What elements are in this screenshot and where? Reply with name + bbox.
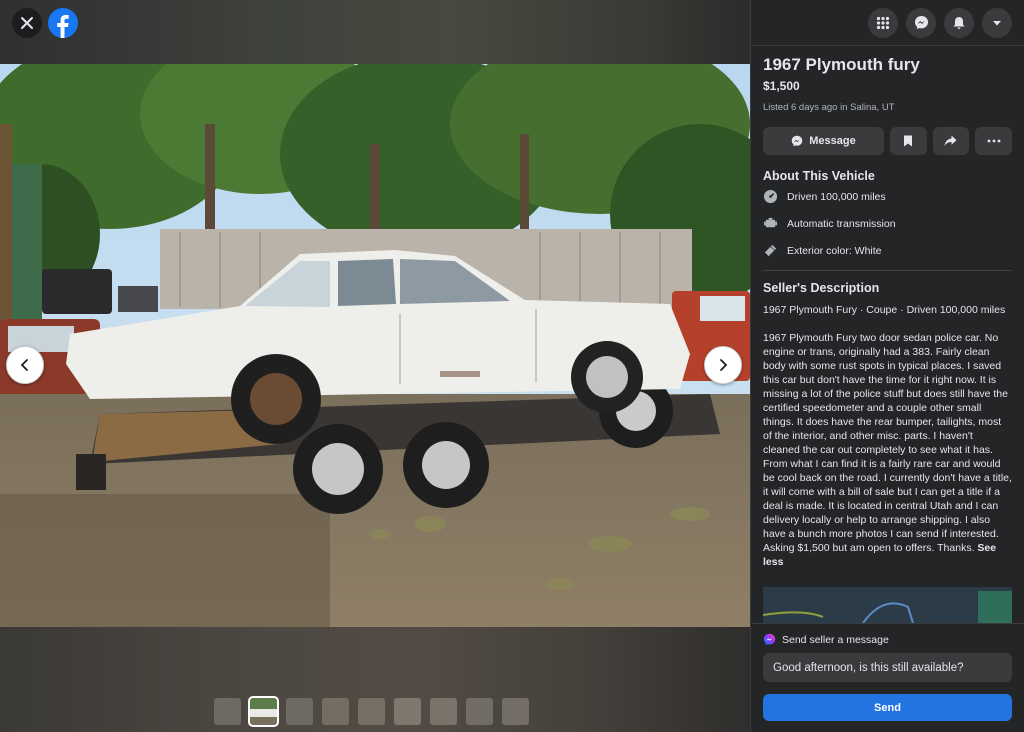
account-button[interactable] bbox=[982, 7, 1012, 38]
photo-thumbnail[interactable] bbox=[394, 698, 421, 725]
feature-color: Exterior color: White bbox=[763, 237, 1012, 264]
send-button[interactable]: Send bbox=[763, 694, 1012, 721]
more-icon bbox=[987, 139, 1001, 143]
feature-mileage: Driven 100,000 miles bbox=[763, 183, 1012, 210]
menu-button[interactable] bbox=[868, 7, 898, 38]
description-heading: Seller's Description bbox=[763, 281, 880, 295]
save-icon bbox=[904, 135, 913, 147]
close-button[interactable] bbox=[12, 8, 42, 38]
messenger-button[interactable] bbox=[906, 7, 936, 38]
send-message-heading: Send seller a message bbox=[782, 633, 889, 646]
marketplace-viewer: 1967 Plymouth fury $1,500 Listed 6 days … bbox=[0, 0, 1024, 732]
messenger-color-icon bbox=[763, 633, 776, 646]
listing-title: 1967 Plymouth fury bbox=[763, 55, 920, 74]
photo-thumbnail[interactable] bbox=[430, 698, 457, 725]
account-caret-icon bbox=[993, 20, 1001, 25]
media-viewer bbox=[0, 0, 750, 732]
close-icon bbox=[21, 17, 33, 29]
next-photo-button[interactable] bbox=[704, 346, 742, 384]
listing-meta: Listed 6 days ago in Salina, UT bbox=[763, 102, 895, 113]
share-icon bbox=[944, 135, 957, 146]
photo-thumbnail[interactable] bbox=[286, 698, 313, 725]
save-button[interactable] bbox=[889, 127, 927, 155]
facebook-f-icon bbox=[57, 15, 69, 38]
about-heading: About This Vehicle bbox=[763, 169, 875, 183]
send-button-label: Send bbox=[874, 701, 901, 714]
listing-price: $1,500 bbox=[763, 79, 800, 93]
blurred-backdrop-top bbox=[0, 0, 750, 64]
messenger-icon bbox=[791, 135, 803, 147]
thumbnail-strip bbox=[214, 696, 529, 727]
description-summary: 1967 Plymouth Fury · Coupe · Driven 100,… bbox=[763, 304, 1006, 316]
top-bar bbox=[751, 0, 1024, 46]
photo-thumbnail[interactable] bbox=[466, 698, 493, 725]
menu-grid-icon bbox=[876, 16, 890, 29]
message-input[interactable] bbox=[763, 653, 1012, 682]
message-button-label: Message bbox=[809, 135, 856, 147]
contact-seller: Send seller a message Send bbox=[751, 623, 1024, 732]
location-map[interactable] bbox=[763, 587, 1012, 623]
chevron-left-icon bbox=[20, 359, 28, 371]
message-button[interactable]: Message bbox=[763, 127, 884, 155]
send-message-header: Send seller a message bbox=[763, 633, 1012, 646]
description-body: 1967 Plymouth Fury two door sedan police… bbox=[763, 332, 1012, 554]
description-text: 1967 Plymouth Fury two door sedan police… bbox=[763, 331, 1012, 569]
messenger-icon bbox=[914, 15, 928, 30]
notifications-button[interactable] bbox=[944, 7, 974, 38]
feature-transmission-label: Automatic transmission bbox=[787, 217, 896, 230]
previous-photo-button[interactable] bbox=[6, 346, 44, 384]
odometer-icon bbox=[763, 189, 778, 204]
listing-details[interactable]: 1967 Plymouth fury $1,500 Listed 6 days … bbox=[751, 47, 1024, 623]
facebook-logo[interactable] bbox=[48, 8, 78, 38]
divider bbox=[763, 270, 1012, 271]
feature-transmission: Automatic transmission bbox=[763, 210, 1012, 237]
share-button[interactable] bbox=[932, 127, 970, 155]
action-bar: Message bbox=[763, 127, 1013, 155]
photo-thumbnail[interactable] bbox=[322, 698, 349, 725]
paint-icon bbox=[764, 244, 777, 257]
photo-thumbnail[interactable] bbox=[214, 698, 241, 725]
photo-thumbnail[interactable] bbox=[502, 698, 529, 725]
listing-panel: 1967 Plymouth fury $1,500 Listed 6 days … bbox=[750, 0, 1024, 732]
photo-thumbnail-active[interactable] bbox=[248, 696, 279, 727]
chevron-right-icon bbox=[720, 359, 728, 371]
more-button[interactable] bbox=[975, 127, 1013, 155]
feature-color-label: Exterior color: White bbox=[787, 244, 882, 257]
transmission-icon bbox=[763, 217, 778, 228]
photo-thumbnail[interactable] bbox=[358, 698, 385, 725]
listing-photo bbox=[0, 64, 750, 627]
notifications-bell-icon bbox=[953, 16, 965, 29]
feature-mileage-label: Driven 100,000 miles bbox=[787, 190, 886, 203]
